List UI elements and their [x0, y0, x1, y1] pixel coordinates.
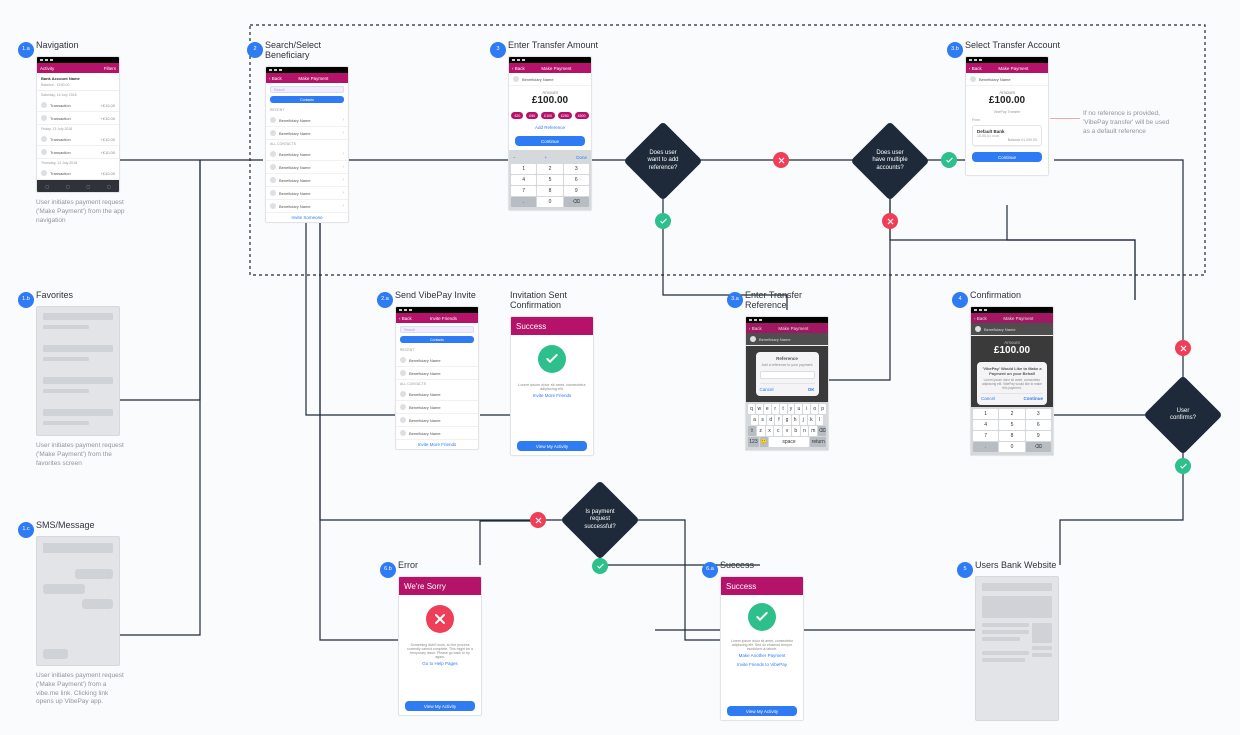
- view-activity-button[interactable]: View My Activity: [517, 441, 587, 451]
- decision-payment-success: Is payment request successful?: [572, 492, 628, 548]
- close-icon: [426, 605, 454, 633]
- screen-navigation: 1.a Navigation ActivityFilters Bank Acco…: [36, 40, 126, 225]
- screen-caption: User initiates payment request ('Make Pa…: [36, 672, 126, 707]
- cancel-button[interactable]: Cancel: [760, 387, 774, 392]
- yes-icon: [592, 558, 608, 574]
- decision-multiple-accounts: Does user have multiple accounts?: [862, 133, 918, 189]
- continue-button[interactable]: Continue: [1024, 396, 1044, 401]
- screen-send-invite: 2.a Send VibePay Invite ‹ BackInvite Fri…: [395, 290, 479, 450]
- yes-icon: [941, 152, 957, 168]
- screen-enter-amount: 3 Enter Transfer Amount ‹ BackMake Payme…: [508, 40, 598, 211]
- phone-invite[interactable]: ‹ BackInvite Friends Search Contacts REC…: [395, 306, 479, 450]
- numpad[interactable]: 123 456 789 .0⌫: [971, 407, 1053, 455]
- screen-title: Navigation: [36, 40, 79, 50]
- phone-search[interactable]: ‹ BackMake Payment Search Contacts RECEN…: [265, 66, 349, 223]
- no-icon: [530, 512, 546, 528]
- yes-icon: [655, 213, 671, 229]
- badge: 1.c: [18, 522, 34, 538]
- screen-invite-confirmation: Invitation Sent Confirmation Success Lor…: [510, 290, 594, 456]
- badge: 1.b: [18, 292, 34, 308]
- screen-favorites: 1.b Favorites User initiates payment req…: [36, 290, 126, 468]
- phone-amount[interactable]: ‹ BackMake Payment Beneficiary Name Amou…: [508, 56, 592, 211]
- screen-title: Users Bank Website: [975, 560, 1056, 570]
- screen-title: Confirmation: [970, 290, 1021, 300]
- yes-icon: [1175, 458, 1191, 474]
- cancel-button[interactable]: Cancel: [981, 396, 995, 401]
- view-activity-button[interactable]: View My Activity: [405, 701, 475, 711]
- numpad[interactable]: –+Done 123 456 789 .0⌫: [509, 150, 591, 210]
- phone-select-account[interactable]: ‹ BackMake Payment Beneficiary Name Amou…: [965, 56, 1049, 176]
- badge: 2.a: [377, 292, 393, 308]
- badge: 3: [490, 42, 506, 58]
- badge: 4: [952, 292, 968, 308]
- phone-error[interactable]: We're Sorry Something didn't work, so th…: [398, 576, 482, 716]
- view-activity-button[interactable]: View My Activity: [727, 706, 797, 716]
- screen-title: SMS/Message: [36, 520, 95, 530]
- screen-success: 6.a Success Success Lorem ipsum dolor si…: [720, 560, 804, 721]
- screen-title: Select Transfer Account: [965, 40, 1060, 50]
- phone-reference[interactable]: ‹ BackMake Payment Beneficiary Name Refe…: [745, 316, 829, 451]
- phone-invite-conf[interactable]: Success Lorem ipsum dolor sit amet, cons…: [510, 316, 594, 456]
- qwerty-keyboard[interactable]: qwertyuiop asdfghjkl ⇧zxcvbnm⌫ 123🙂space…: [746, 402, 828, 450]
- badge: 2: [247, 42, 263, 58]
- screen-caption: User initiates payment request ('Make Pa…: [36, 199, 126, 225]
- badge: 6.b: [380, 562, 396, 578]
- decision-user-confirms: User confirms?: [1155, 387, 1211, 443]
- lofi-bank[interactable]: [975, 576, 1059, 721]
- screen-title: Error: [398, 560, 418, 570]
- decision-add-reference: Does user want to add reference?: [635, 133, 691, 189]
- badge: 1.a: [18, 42, 34, 58]
- screen-caption: User initiates payment request ('Make Pa…: [36, 442, 126, 468]
- screen-title: Invitation Sent Confirmation: [510, 290, 567, 310]
- ok-button[interactable]: OK: [808, 387, 815, 392]
- screen-title: Enter Transfer Reference: [745, 290, 802, 310]
- check-icon: [538, 345, 566, 373]
- annotation-reference: If no reference is provided, 'VibePay tr…: [1083, 110, 1173, 136]
- no-icon: [1175, 340, 1191, 356]
- no-icon: [882, 213, 898, 229]
- check-icon: [748, 603, 776, 631]
- lofi-favorites[interactable]: [36, 306, 120, 436]
- screen-search-beneficiary: 2 Search/Select Beneficiary ‹ BackMake P…: [265, 40, 349, 223]
- screen-title: Enter Transfer Amount: [508, 40, 598, 50]
- continue-button[interactable]: Continue: [515, 136, 585, 146]
- phone-confirmation[interactable]: ‹ BackMake Payment Beneficiary Name Amou…: [970, 306, 1054, 456]
- screen-title: Send VibePay Invite: [395, 290, 476, 300]
- continue-button[interactable]: Continue: [972, 152, 1042, 162]
- screen-title: Success: [720, 560, 754, 570]
- lofi-sms[interactable]: [36, 536, 120, 666]
- badge: 5: [957, 562, 973, 578]
- badge: 6.a: [702, 562, 718, 578]
- screen-select-account: 3.b Select Transfer Account ‹ BackMake P…: [965, 40, 1060, 176]
- screen-title: Favorites: [36, 290, 73, 300]
- phone-success[interactable]: Success Lorem ipsum dolor sit amet, cons…: [720, 576, 804, 721]
- screen-enter-reference: 3.a Enter Transfer Reference ‹ BackMake …: [745, 290, 829, 451]
- phone-navigation[interactable]: ActivityFilters Bank Account Name Balanc…: [36, 56, 120, 193]
- screen-sms: 1.c SMS/Message User initiates payment r…: [36, 520, 126, 707]
- screen-confirmation: 4 Confirmation ‹ BackMake Payment Benefi…: [970, 290, 1054, 456]
- screen-bank-website: 5 Users Bank Website: [975, 560, 1059, 721]
- screen-title: Search/Select Beneficiary: [265, 40, 321, 60]
- no-icon: [773, 152, 789, 168]
- badge: 3.a: [727, 292, 743, 308]
- badge: 3.b: [947, 42, 963, 58]
- screen-error: 6.b Error We're Sorry Something didn't w…: [398, 560, 482, 716]
